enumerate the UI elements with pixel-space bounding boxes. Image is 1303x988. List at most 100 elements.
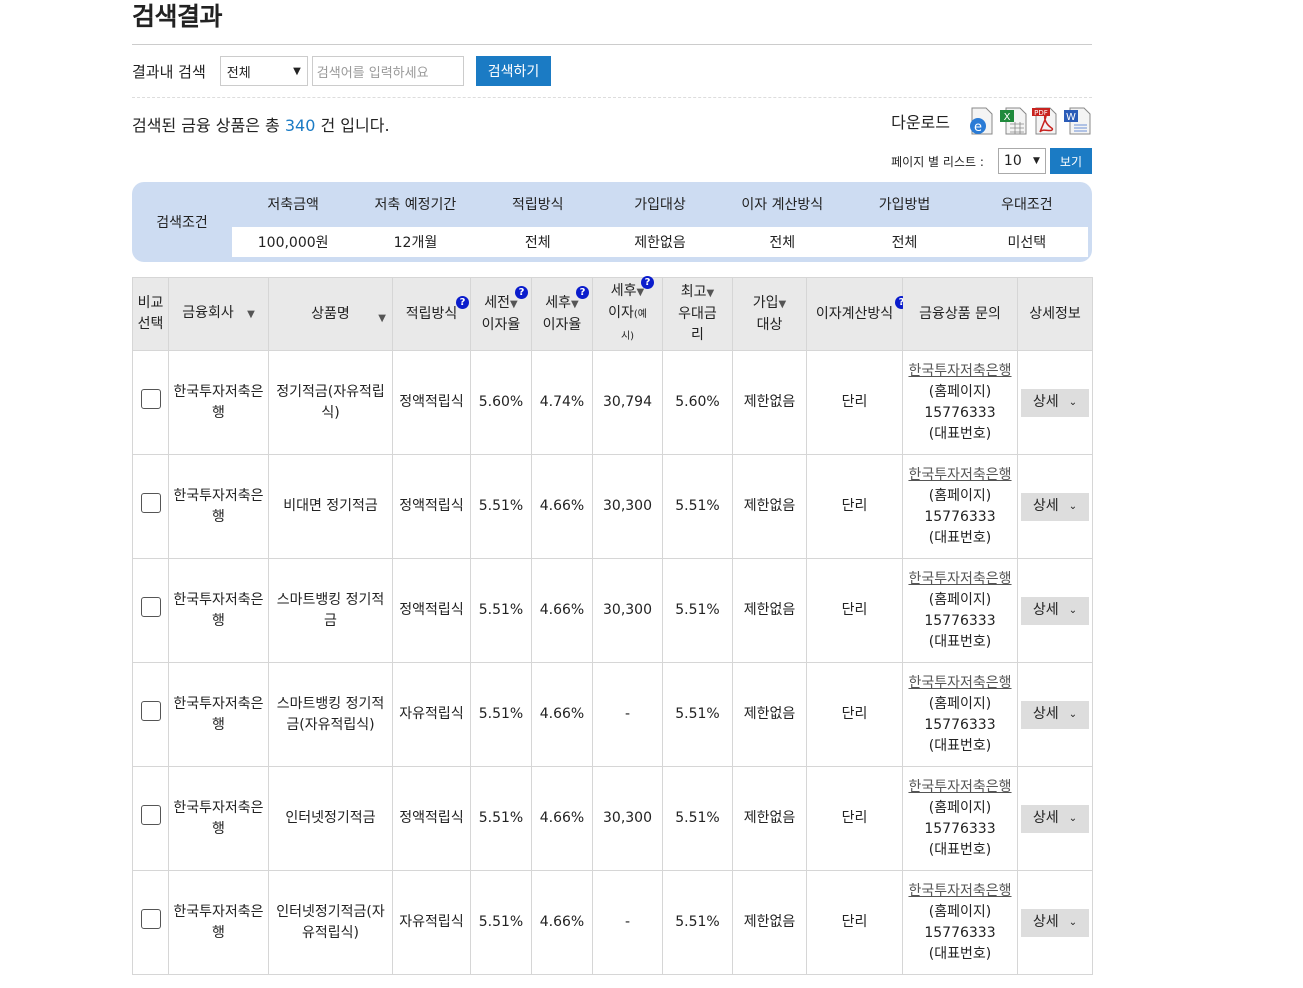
- aftertax-rate-cell: 4.66%: [531, 662, 593, 767]
- homepage-link[interactable]: 한국투자저축은행: [908, 363, 1011, 379]
- compare-checkbox[interactable]: [140, 701, 161, 721]
- detail-button[interactable]: 상세 ⌄: [1021, 908, 1089, 937]
- svg-text:W: W: [1066, 112, 1076, 123]
- pdf-icon[interactable]: PDF: [1030, 106, 1060, 136]
- compare-checkbox[interactable]: [140, 805, 161, 825]
- compare-checkbox[interactable]: [140, 597, 161, 617]
- interest-cell: -: [592, 662, 663, 767]
- product-name-cell: 인터넷정기적금(자유적립식): [268, 870, 393, 975]
- homepage-link[interactable]: 한국투자저축은행: [908, 779, 1011, 795]
- condition-header: 적립방식: [511, 197, 564, 213]
- aftertax-rate-cell: 4.66%: [531, 454, 593, 559]
- col-aftertax-rate[interactable]: 세후▼ 이자율?: [531, 277, 593, 351]
- compare-cell: [132, 766, 169, 871]
- phone-number: 15776333: [924, 716, 996, 733]
- col-aftertax-interest[interactable]: 세후▼ 이자(예 시)?: [592, 276, 663, 351]
- company-cell: 한국투자저축은행: [168, 454, 269, 559]
- calc-cell: 단리: [806, 870, 903, 975]
- phone-label: (대표번호): [928, 737, 992, 754]
- word-icon[interactable]: W: [1062, 106, 1092, 136]
- help-icon[interactable]: ?: [641, 276, 654, 289]
- company-cell: 한국투자저축은행: [168, 870, 269, 975]
- inquiry-cell: 한국투자저축은행 (홈페이지) 15776333 (대표번호): [902, 350, 1018, 455]
- sort-down-icon[interactable]: ▼: [247, 309, 255, 320]
- inquiry-cell: 한국투자저축은행 (홈페이지) 15776333 (대표번호): [902, 662, 1018, 767]
- sort-down-icon[interactable]: ▼: [378, 308, 386, 329]
- detail-cell: 상세 ⌄: [1017, 558, 1093, 663]
- homepage-link[interactable]: 한국투자저축은행: [908, 883, 1011, 899]
- max-rate-cell: 5.51%: [662, 766, 733, 871]
- table-row: 한국투자저축은행 정기적금(자유적립식) 정액적립식 5.60% 4.74% 30,794…: [132, 350, 1093, 455]
- compare-checkbox[interactable]: [140, 389, 161, 409]
- per-page-select[interactable]: 10 ▼: [997, 148, 1046, 174]
- download-bar: 다운로드 e X PDF W: [891, 106, 1092, 136]
- method-cell: 정액적립식: [392, 454, 471, 559]
- per-page-view-button[interactable]: 보기: [1049, 148, 1092, 174]
- help-icon[interactable]: ?: [576, 286, 589, 299]
- compare-checkbox[interactable]: [140, 909, 161, 929]
- result-count-prefix: 검색된 금융 상품은 총: [132, 116, 280, 135]
- product-name-cell: 인터넷정기적금: [268, 766, 393, 871]
- sort-down-icon[interactable]: ▼: [637, 287, 645, 298]
- company-cell: 한국투자저축은행: [168, 766, 269, 871]
- aftertax-rate-cell: 4.66%: [531, 558, 593, 663]
- col-product[interactable]: 상품명 ▼: [268, 277, 393, 351]
- condition-value: 100,000원: [257, 235, 329, 251]
- col-max-rate[interactable]: 최고▼ 우대금 리: [662, 277, 733, 351]
- aftertax-rate-cell: 4.74%: [531, 350, 593, 455]
- inquiry-cell: 한국투자저축은행 (홈페이지) 15776333 (대표번호): [902, 558, 1018, 663]
- excel-icon[interactable]: X: [998, 106, 1028, 136]
- phone-label: (대표번호): [928, 841, 992, 858]
- detail-button[interactable]: 상세 ⌄: [1021, 700, 1089, 729]
- result-search-bar: 결과내 검색 전체 ▼ 검색어를 입력하세요 검색하기: [132, 45, 1092, 98]
- compare-cell: [132, 870, 169, 975]
- col-company[interactable]: 금융회사 ▼: [168, 277, 269, 351]
- sort-down-icon[interactable]: ▼: [571, 299, 579, 310]
- product-name-cell: 정기적금(자유적립식): [268, 350, 393, 455]
- per-page-value: 10: [1003, 153, 1022, 169]
- detail-button[interactable]: 상세 ⌄: [1021, 596, 1089, 625]
- chevron-down-icon: ▼: [1032, 156, 1040, 166]
- inquiry-cell: 한국투자저축은행 (홈페이지) 15776333 (대표번호): [902, 766, 1018, 871]
- search-input[interactable]: 검색어를 입력하세요: [311, 56, 464, 86]
- phone-number: 15776333: [924, 612, 996, 629]
- chevron-down-icon: ⌄: [1068, 813, 1078, 824]
- col-target[interactable]: 가입▼ 대상: [732, 277, 807, 351]
- per-page-bar: 페이지 별 리스트 : 10 ▼ 보기: [891, 148, 1092, 174]
- interest-cell: 30,300: [592, 454, 663, 559]
- condition-header: 저축 예정기간: [374, 197, 457, 213]
- condition-header: 가입방법: [878, 197, 931, 213]
- homepage-link[interactable]: 한국투자저축은행: [908, 571, 1011, 587]
- search-button[interactable]: 검색하기: [475, 56, 552, 86]
- aftertax-rate-cell: 4.66%: [531, 766, 593, 871]
- condition-header: 우대조건: [1001, 197, 1053, 213]
- compare-cell: [132, 662, 169, 767]
- table-header-row: 비교 선택 금융회사 ▼ 상품명 ▼ 적립방식? 세전▼ 이자율? 세후▼ 이자율? 세…: [132, 276, 1093, 351]
- chevron-down-icon: ⌄: [1068, 917, 1078, 928]
- condition-header: 저축금액: [267, 197, 319, 213]
- sort-down-icon[interactable]: ▼: [510, 299, 518, 310]
- detail-button[interactable]: 상세 ⌄: [1021, 388, 1089, 417]
- method-cell: 정액적립식: [392, 350, 471, 455]
- compare-checkbox[interactable]: [140, 493, 161, 513]
- calc-cell: 단리: [806, 558, 903, 663]
- max-rate-cell: 5.60%: [662, 350, 733, 455]
- sort-down-icon[interactable]: ▼: [779, 299, 787, 310]
- ie-icon[interactable]: e: [966, 106, 996, 136]
- help-icon[interactable]: ?: [456, 296, 469, 309]
- homepage-label: (홈페이지): [928, 799, 992, 816]
- company-cell: 한국투자저축은행: [168, 662, 269, 767]
- detail-button[interactable]: 상세 ⌄: [1021, 804, 1089, 833]
- detail-button[interactable]: 상세 ⌄: [1021, 492, 1089, 521]
- col-pretax-rate[interactable]: 세전▼ 이자율?: [470, 277, 532, 351]
- search-conditions-panel: 검색조건 저축금액 저축 예정기간 적립방식 가입대상 이자 계산방식 가입방법…: [132, 182, 1092, 262]
- help-icon[interactable]: ?: [515, 286, 528, 299]
- sort-down-icon[interactable]: ▼: [707, 288, 715, 299]
- search-scope-select[interactable]: 전체 ▼: [219, 56, 308, 86]
- homepage-link[interactable]: 한국투자저축은행: [908, 467, 1011, 483]
- homepage-label: (홈페이지): [928, 487, 992, 504]
- homepage-link[interactable]: 한국투자저축은행: [908, 675, 1011, 691]
- detail-cell: 상세 ⌄: [1017, 870, 1093, 975]
- max-rate-cell: 5.51%: [662, 558, 733, 663]
- table-row: 한국투자저축은행 스마트뱅킹 정기적금 정액적립식 5.51% 4.66% 30,300 5…: [132, 558, 1093, 663]
